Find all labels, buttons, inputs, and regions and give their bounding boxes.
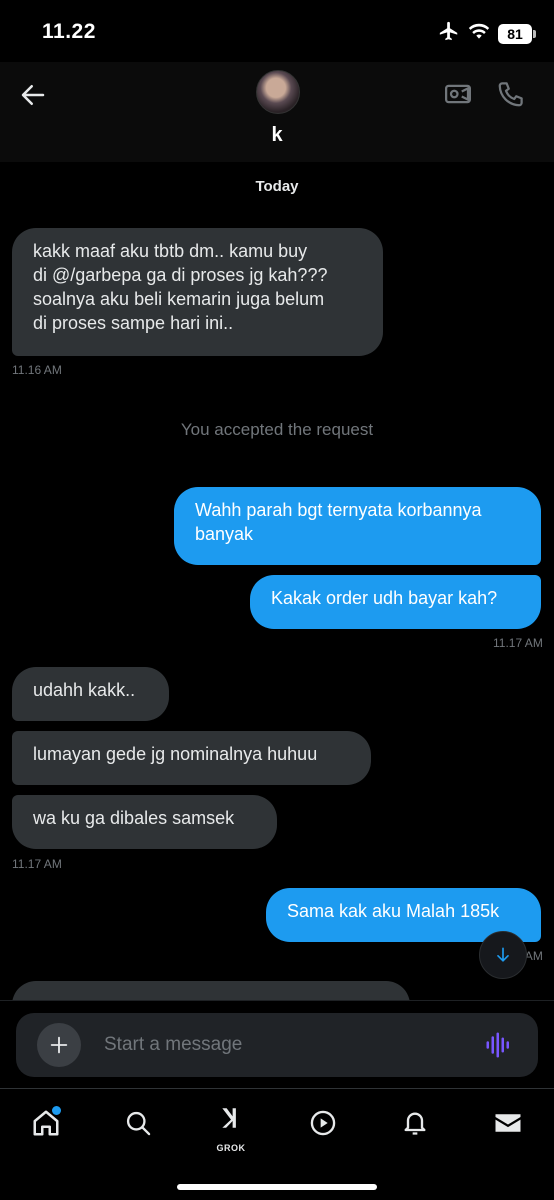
back-button[interactable] [18,80,48,110]
contact-name[interactable]: k [0,124,554,147]
bell-icon [404,1112,426,1135]
message-timestamp: 11.17 AM [493,636,543,650]
status-bar: 11.22 81 [0,0,554,62]
message-bubble-incoming[interactable]: lumayan gede jg nominalnya huhuu [12,731,371,785]
grok-icon [222,1108,236,1128]
tab-grok[interactable]: GROK [211,1103,251,1153]
video-camera-icon [445,84,471,104]
airplane-icon [438,20,460,47]
wifi-icon [468,22,490,45]
video-call-button[interactable] [443,79,473,109]
message-composer [16,1013,538,1077]
message-bubble-outgoing[interactable]: Wahh parah bgt ternyata korbannya banyak [174,487,541,565]
message-bubble-incoming[interactable]: kakk maaf aku tbtb dm.. kamu buy di @/ga… [12,228,383,356]
play-circle-icon [310,1110,336,1136]
voice-call-button[interactable] [496,79,526,109]
message-list[interactable]: Today kakk maaf aku tbtb dm.. kamu buy d… [0,162,554,1000]
status-time: 11.22 [42,20,96,43]
conversation-header: k [0,62,554,162]
message-input[interactable] [104,1025,464,1065]
message-bubble-incoming[interactable] [12,981,410,1000]
avatar[interactable] [256,70,300,114]
tab-notifications[interactable] [395,1103,435,1143]
envelope-icon [495,1114,521,1132]
arrow-left-icon [21,85,45,105]
status-icons: 81 [438,20,536,47]
home-indicator [177,1184,377,1190]
scroll-to-bottom-button[interactable] [479,931,527,979]
arrow-down-icon [497,947,509,962]
tab-search[interactable] [118,1103,158,1143]
tab-video[interactable] [303,1103,343,1143]
message-bubble-incoming[interactable]: wa ku ga dibales samsek [12,795,277,849]
phone-icon [498,82,523,107]
day-divider: Today [255,178,299,195]
voice-message-button[interactable] [484,1030,514,1060]
search-icon [126,1111,151,1136]
audio-waveform-icon [486,1032,509,1058]
tab-messages[interactable] [488,1103,528,1143]
battery-indicator: 81 [498,23,536,44]
plus-icon [50,1036,68,1054]
notification-dot [52,1106,61,1115]
message-timestamp: 11.17 AM [12,857,62,871]
message-timestamp: 11.16 AM [12,363,62,377]
grok-label: GROK [216,1143,246,1153]
add-media-button[interactable] [37,1023,81,1067]
message-bubble-incoming[interactable]: udahh kakk.. [12,667,169,721]
system-message: You accepted the request [180,420,374,439]
tab-home[interactable] [26,1103,66,1143]
message-bubble-outgoing[interactable]: Kakak order udh bayar kah? [250,575,541,629]
